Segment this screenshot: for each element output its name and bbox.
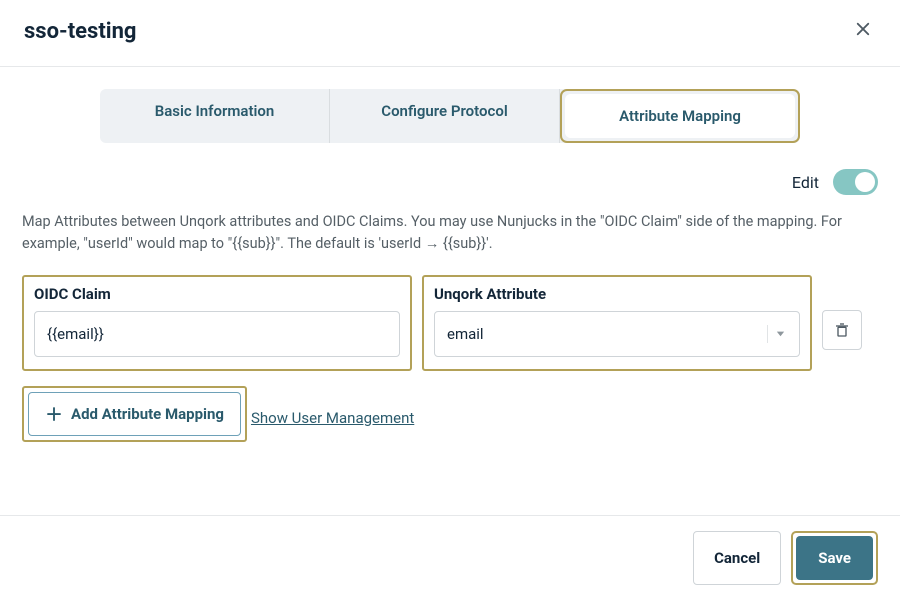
- delete-row-button[interactable]: [822, 310, 862, 350]
- highlight-oidc-claim-field: OIDC Claim: [22, 275, 412, 371]
- oidc-claim-input[interactable]: [34, 311, 400, 357]
- tab-attribute-mapping[interactable]: Attribute Mapping: [565, 94, 795, 138]
- close-button[interactable]: [850, 16, 876, 46]
- highlight-tab-attribute-mapping: Attribute Mapping: [560, 89, 800, 143]
- mapping-row: OIDC Claim Unqork Attribute email: [22, 275, 878, 371]
- tabs-container: Basic Information Configure Protocol Att…: [0, 67, 900, 143]
- chevron-down-icon: [775, 328, 786, 339]
- main-content: Edit Map Attributes between Unqork attri…: [0, 143, 900, 442]
- highlight-save-button: Save: [791, 531, 878, 585]
- close-icon: [854, 20, 872, 38]
- select-caret-wrap: [767, 325, 793, 343]
- add-attribute-mapping-button[interactable]: Add Attribute Mapping: [28, 392, 241, 436]
- tab-basic-information[interactable]: Basic Information: [100, 89, 330, 143]
- edit-label: Edit: [792, 173, 819, 192]
- save-button[interactable]: Save: [796, 536, 873, 580]
- oidc-claim-label: OIDC Claim: [34, 285, 400, 303]
- modal-header: sso-testing: [0, 0, 900, 67]
- edit-toggle[interactable]: [833, 169, 878, 195]
- unqork-attribute-label: Unqork Attribute: [434, 285, 800, 303]
- plus-icon: [45, 405, 63, 423]
- unqork-attribute-value: email: [447, 325, 484, 343]
- cancel-button[interactable]: Cancel: [693, 531, 781, 585]
- tabs: Basic Information Configure Protocol Att…: [100, 89, 800, 143]
- trash-icon: [834, 322, 850, 338]
- toggle-knob: [855, 172, 875, 192]
- highlight-unqork-attribute-field: Unqork Attribute email: [422, 275, 812, 371]
- footer: Cancel Save: [0, 515, 900, 600]
- page-title: sso-testing: [24, 19, 136, 44]
- tab-configure-protocol[interactable]: Configure Protocol: [330, 89, 560, 143]
- show-user-management-link[interactable]: Show User Management: [251, 409, 414, 427]
- mapping-description: Map Attributes between Unqork attributes…: [22, 211, 878, 255]
- unqork-attribute-select[interactable]: email: [434, 311, 800, 357]
- highlight-add-attribute-mapping: Add Attribute Mapping: [22, 386, 247, 442]
- edit-toggle-row: Edit: [22, 143, 878, 211]
- add-attribute-mapping-label: Add Attribute Mapping: [71, 405, 224, 423]
